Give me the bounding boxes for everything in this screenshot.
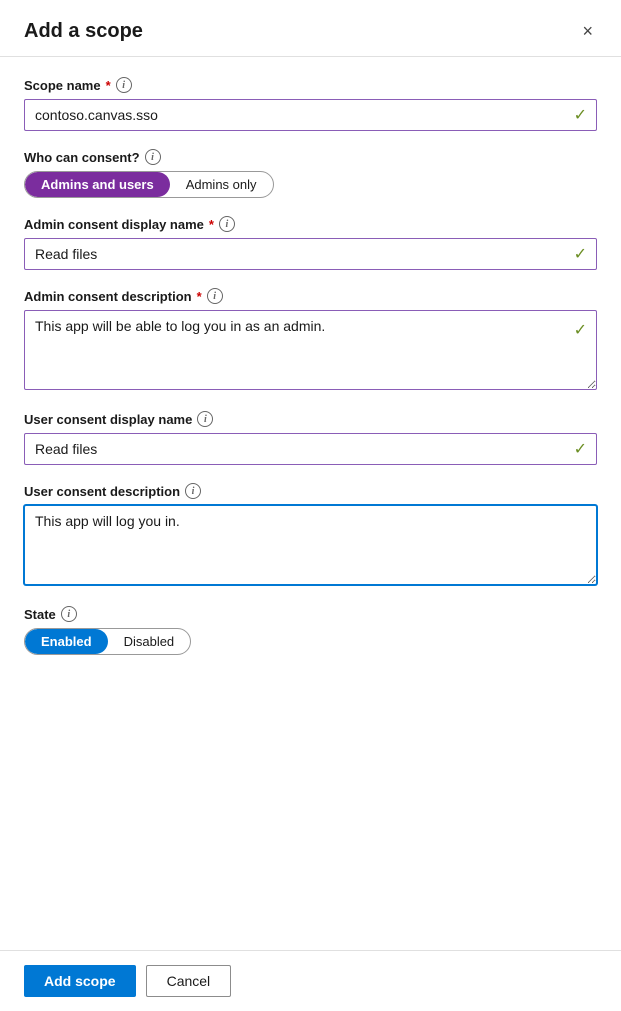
who-can-consent-info-icon[interactable]: i <box>145 149 161 165</box>
add-scope-button[interactable]: Add scope <box>24 965 136 997</box>
required-star: * <box>106 78 111 93</box>
user-consent-description-label: User consent description i <box>24 483 597 499</box>
required-star-3: * <box>197 289 202 304</box>
user-consent-display-name-check-icon: ✓ <box>574 439 587 459</box>
modal-header: Add a scope × <box>0 0 621 57</box>
state-toggle: Enabled Disabled <box>24 628 191 655</box>
user-consent-description-textarea-wrapper: This app will log you in. <box>24 505 597 588</box>
admin-consent-display-name-label: Admin consent display name * i <box>24 216 597 232</box>
modal-body: Scope name * i ✓ Who can consent? i Admi… <box>0 57 621 950</box>
admin-consent-description-group: Admin consent description * i This app w… <box>24 288 597 393</box>
user-consent-description-info-icon[interactable]: i <box>185 483 201 499</box>
user-consent-description-textarea[interactable]: This app will log you in. <box>24 505 597 585</box>
admin-consent-display-name-group: Admin consent display name * i ✓ <box>24 216 597 270</box>
user-consent-display-name-label: User consent display name i <box>24 411 597 427</box>
toggle-disabled[interactable]: Disabled <box>108 629 191 654</box>
scope-name-group: Scope name * i ✓ <box>24 77 597 131</box>
state-group: State i Enabled Disabled <box>24 606 597 655</box>
state-info-icon[interactable]: i <box>61 606 77 622</box>
scope-name-input[interactable] <box>24 99 597 131</box>
close-button[interactable]: × <box>578 18 597 44</box>
admin-consent-display-name-input[interactable] <box>24 238 597 270</box>
who-can-consent-label: Who can consent? i <box>24 149 597 165</box>
required-star-2: * <box>209 217 214 232</box>
admin-consent-description-info-icon[interactable]: i <box>207 288 223 304</box>
admin-consent-description-textarea[interactable]: This app will be able to log you in as a… <box>24 310 597 390</box>
user-consent-display-name-input-wrapper: ✓ <box>24 433 597 465</box>
toggle-admins-only[interactable]: Admins only <box>170 172 273 197</box>
admin-consent-display-name-check-icon: ✓ <box>574 244 587 264</box>
add-scope-modal: Add a scope × Scope name * i ✓ Who can c… <box>0 0 621 1011</box>
user-consent-display-name-group: User consent display name i ✓ <box>24 411 597 465</box>
scope-name-check-icon: ✓ <box>574 105 587 125</box>
scope-name-label: Scope name * i <box>24 77 597 93</box>
toggle-admins-users[interactable]: Admins and users <box>25 172 170 197</box>
state-label: State i <box>24 606 597 622</box>
admin-consent-description-textarea-wrapper: This app will be able to log you in as a… <box>24 310 597 393</box>
user-consent-description-group: User consent description i This app will… <box>24 483 597 588</box>
toggle-enabled[interactable]: Enabled <box>25 629 108 654</box>
who-can-consent-group: Who can consent? i Admins and users Admi… <box>24 149 597 198</box>
admin-consent-display-name-input-wrapper: ✓ <box>24 238 597 270</box>
scope-name-info-icon[interactable]: i <box>116 77 132 93</box>
who-can-consent-toggle: Admins and users Admins only <box>24 171 274 198</box>
user-consent-display-name-input[interactable] <box>24 433 597 465</box>
admin-consent-description-label: Admin consent description * i <box>24 288 597 304</box>
user-consent-display-name-info-icon[interactable]: i <box>197 411 213 427</box>
modal-footer: Add scope Cancel <box>0 950 621 1011</box>
cancel-button[interactable]: Cancel <box>146 965 232 997</box>
modal-title: Add a scope <box>24 20 143 43</box>
admin-consent-description-check-icon: ✓ <box>574 320 587 340</box>
admin-consent-display-name-info-icon[interactable]: i <box>219 216 235 232</box>
scope-name-input-wrapper: ✓ <box>24 99 597 131</box>
